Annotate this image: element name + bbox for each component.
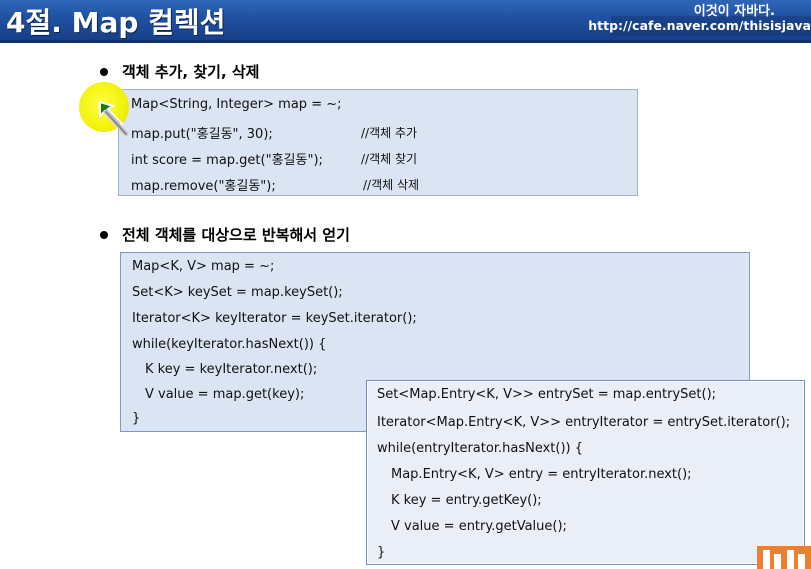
bullet-dot-icon bbox=[100, 230, 108, 239]
code-line: map.remove("홍길동"); bbox=[131, 179, 276, 194]
code-box-entryset: Set<Map.Entry<K, V>> entrySet = map.entr… bbox=[366, 380, 805, 565]
code-line: int score = map.get("홍길동"); bbox=[131, 153, 323, 168]
slide-header: 4절. Map 컬렉션 이것이 자바다. http://cafe.naver.c… bbox=[0, 0, 811, 43]
code-comment: //객체 삭제 bbox=[363, 178, 420, 192]
code-line: K key = entry.getKey(); bbox=[391, 493, 542, 508]
code-line: K key = keyIterator.next(); bbox=[145, 362, 318, 377]
code-line: } bbox=[132, 411, 141, 426]
pointer-cursor-icon bbox=[99, 100, 129, 137]
code-line: Iterator<Map.Entry<K, V>> entryIterator … bbox=[377, 415, 791, 430]
section1-heading: 객체 추가, 찾기, 삭제 bbox=[122, 63, 260, 81]
brand-url: http://cafe.naver.com/thisisjava bbox=[588, 18, 811, 33]
channel-logo-icon bbox=[757, 546, 811, 569]
bullet-add-find-remove: 객체 추가, 찾기, 삭제 bbox=[100, 61, 259, 82]
bullet-iterate-all: 전체 객체를 대상으로 반복해서 얻기 bbox=[100, 224, 350, 245]
code-line: Map<K, V> map = ~; bbox=[132, 259, 275, 274]
code-line: while(entryIterator.hasNext()) { bbox=[377, 441, 583, 456]
code-line: } bbox=[377, 545, 386, 560]
section2-heading: 전체 객체를 대상으로 반복해서 얻기 bbox=[122, 226, 350, 244]
code-line: while(keyIterator.hasNext()) { bbox=[132, 337, 327, 352]
code-line: V value = entry.getValue(); bbox=[391, 519, 567, 534]
code-line: Set<K> keySet = map.keySet(); bbox=[132, 285, 343, 300]
code-line: Map<String, Integer> map = ~; bbox=[131, 97, 342, 112]
code-line: Iterator<K> keyIterator = keySet.iterato… bbox=[132, 311, 417, 326]
code-box-basic: Map<String, Integer> map = ~; map.put("홍… bbox=[118, 89, 638, 196]
code-line: Map.Entry<K, V> entry = entryIterator.ne… bbox=[391, 467, 692, 482]
code-line: Set<Map.Entry<K, V>> entrySet = map.entr… bbox=[377, 387, 717, 402]
code-comment: //객체 추가 bbox=[361, 126, 418, 140]
code-line: map.put("홍길동", 30); bbox=[131, 127, 273, 142]
brand-name: 이것이 자바다. bbox=[693, 4, 775, 19]
code-comment: //객체 찾기 bbox=[361, 152, 418, 166]
code-line: V value = map.get(key); bbox=[145, 387, 305, 402]
bullet-dot-icon bbox=[100, 67, 108, 76]
slide-title: 4절. Map 컬렉션 bbox=[6, 6, 226, 39]
